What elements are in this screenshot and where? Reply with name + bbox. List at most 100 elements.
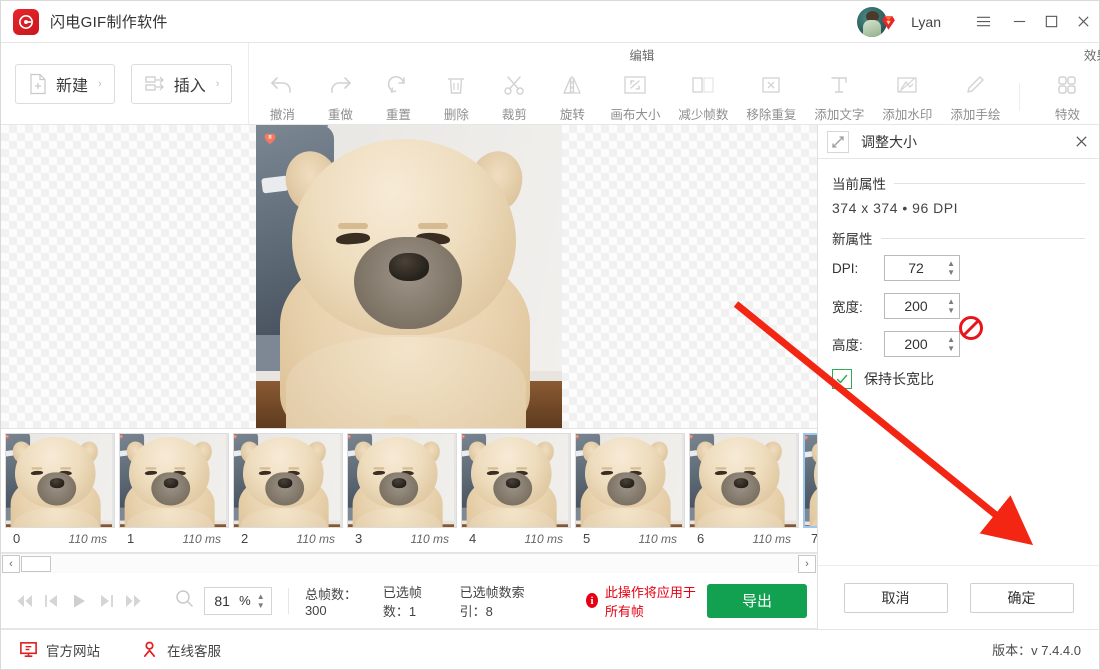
confirm-button[interactable]: 确定	[970, 583, 1074, 613]
keep-ratio-row[interactable]: 保持长宽比	[832, 369, 1085, 389]
frame-index: 1	[127, 531, 134, 546]
zoom-input[interactable]: 81 % ▲ ▼	[204, 587, 272, 615]
stepper-down-icon[interactable]: ▼	[257, 602, 265, 609]
panel-body: 当前属性 374 x 374 • 96 DPI 新属性 DPI: 72 ▲ ▼	[818, 159, 1099, 565]
frame-filmstrip[interactable]: 0 110 ms	[1, 429, 817, 553]
magnifier-icon[interactable]	[174, 588, 194, 613]
stepper-down-icon[interactable]: ▼	[947, 269, 955, 276]
chevron-left-icon[interactable]: ‹	[2, 555, 20, 573]
scissors-icon	[502, 69, 526, 101]
frame-thumbnail[interactable]: 3110 ms	[347, 433, 457, 546]
avatar[interactable]	[857, 7, 887, 37]
tool-undo[interactable]: 撤消	[253, 67, 311, 123]
field-label: 高度:	[832, 334, 884, 354]
close-icon[interactable]	[1074, 134, 1089, 149]
frame-thumbnail[interactable]: 7110 ms	[803, 433, 817, 546]
frame-meta: 4110 ms	[461, 528, 571, 546]
transport-divider	[288, 588, 289, 614]
tool-delete[interactable]: 删除	[427, 67, 485, 123]
frame-duration: 110 ms	[639, 532, 677, 546]
step-back-icon[interactable]	[38, 584, 65, 618]
ribbon-effects-group: 效果 特效 延时	[1034, 43, 1100, 124]
width-stepper[interactable]: ▲ ▼	[947, 298, 955, 314]
trash-icon	[445, 69, 467, 101]
chevron-right-icon[interactable]: ›	[798, 555, 816, 573]
heart-watermark-icon	[233, 434, 238, 440]
stepper-down-icon[interactable]: ▼	[947, 307, 955, 314]
effects-grid-icon	[1055, 69, 1079, 101]
tool-add-draw[interactable]: 添加手绘	[941, 67, 1009, 123]
dog-brow-left	[602, 467, 613, 469]
chevron-right-icon: ›	[98, 78, 102, 90]
tool-reduce-frames[interactable]: 减少帧数	[669, 67, 737, 123]
panel-title: 调整大小	[861, 132, 917, 152]
scrollbar-thumb[interactable]	[21, 556, 51, 572]
tool-reset[interactable]: 重置	[369, 67, 427, 123]
stepper-up-icon[interactable]: ▲	[947, 336, 955, 343]
skip-last-icon[interactable]	[119, 584, 146, 618]
frame-index: 0	[13, 531, 20, 546]
tool-crop[interactable]: 裁剪	[485, 67, 543, 123]
app-title: 闪电GIF制作软件	[50, 11, 168, 32]
keep-ratio-checkbox[interactable]	[832, 369, 852, 389]
tool-delay[interactable]: 延时	[1096, 67, 1100, 123]
cancel-button[interactable]: 取消	[844, 583, 948, 613]
skip-first-icon[interactable]	[11, 584, 38, 618]
insert-button[interactable]: 插入 ›	[131, 64, 233, 104]
heart-watermark-icon	[119, 434, 124, 440]
tool-effects[interactable]: 特效	[1038, 67, 1096, 123]
stepper-up-icon[interactable]: ▲	[257, 593, 265, 600]
frame-thumbnail[interactable]: 5110 ms	[575, 433, 685, 546]
tool-add-watermark[interactable]: 添加水印	[873, 67, 941, 123]
online-support-label: 在线客服	[167, 640, 221, 660]
canvas-image-preview[interactable]	[256, 125, 562, 429]
step-forward-icon[interactable]	[92, 584, 119, 618]
online-support-link[interactable]: 在线客服	[140, 640, 221, 660]
stepper-down-icon[interactable]: ▼	[947, 345, 955, 352]
tool-add-text[interactable]: 添加文字	[805, 67, 873, 123]
dog-nose	[278, 478, 292, 488]
stepper-up-icon[interactable]: ▲	[947, 298, 955, 305]
new-properties-header: 新属性	[832, 228, 1085, 248]
export-button[interactable]: 导出	[707, 584, 807, 618]
new-button[interactable]: 新建 ›	[15, 64, 115, 104]
transport-bar: 81 % ▲ ▼ 总帧数：300 已选帧数：1 已选帧数索引：8 i	[1, 573, 817, 629]
stepper-up-icon[interactable]: ▲	[947, 260, 955, 267]
close-icon[interactable]	[1067, 6, 1099, 38]
frame-thumbnail[interactable]: 0110 ms	[5, 433, 115, 546]
frame-thumbnail-image	[5, 433, 115, 528]
username-label: Lyan	[911, 14, 941, 30]
tool-remove-duplicate[interactable]: 移除重复	[737, 67, 805, 123]
height-input[interactable]: 200 ▲ ▼	[884, 331, 960, 357]
heart-watermark-icon	[461, 434, 466, 440]
watermark-icon	[894, 69, 920, 101]
tool-rotate[interactable]: 旋转	[543, 67, 601, 123]
scrollbar-track[interactable]	[51, 555, 797, 573]
dpi-input[interactable]: 72 ▲ ▼	[884, 255, 960, 281]
play-icon[interactable]	[65, 584, 92, 618]
remove-duplicate-icon	[758, 69, 784, 101]
filmstrip-scrollbar[interactable]: ‹ ›	[1, 553, 817, 573]
frame-thumbnail[interactable]: 1110 ms	[119, 433, 229, 546]
official-website-link[interactable]: 官方网站	[19, 640, 100, 660]
canvas-area[interactable]	[1, 125, 817, 429]
minimize-icon[interactable]	[1003, 6, 1035, 38]
width-input[interactable]: 200 ▲ ▼	[884, 293, 960, 319]
dpi-stepper[interactable]: ▲ ▼	[947, 260, 955, 276]
zoom-stepper[interactable]: ▲ ▼	[257, 593, 265, 609]
new-file-icon	[28, 73, 48, 95]
frame-meta: 7110 ms	[803, 528, 817, 546]
tool-redo[interactable]: 重做	[311, 67, 369, 123]
frame-thumbnail[interactable]: 2110 ms	[233, 433, 343, 546]
tool-label: 添加文字	[814, 104, 864, 123]
hamburger-menu-icon[interactable]	[967, 6, 999, 38]
dog-brow-left	[260, 467, 271, 469]
frame-thumbnail[interactable]: 4110 ms	[461, 433, 571, 546]
maximize-icon[interactable]	[1035, 6, 1067, 38]
frame-thumbnail[interactable]: 6110 ms	[689, 433, 799, 546]
height-stepper[interactable]: ▲ ▼	[947, 336, 955, 352]
dog-brow-left	[374, 467, 385, 469]
tool-canvas-size[interactable]: 画布大小	[601, 67, 669, 123]
current-properties-value: 374 x 374 • 96 DPI	[832, 200, 1085, 216]
pencil-icon	[963, 69, 987, 101]
